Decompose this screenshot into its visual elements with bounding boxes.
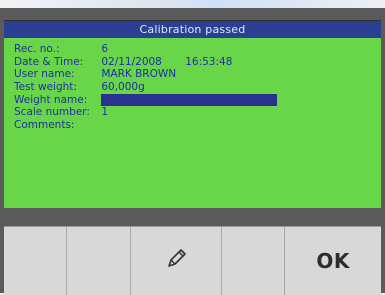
title-bar: Calibration passed xyxy=(4,21,381,38)
scale-number-row: Scale number: 1 xyxy=(14,106,277,119)
weight-name-row: Weight name: xyxy=(14,93,278,107)
display-screen: Calibration passed Rec. no.: 6 Date & Ti… xyxy=(4,20,381,208)
record-number-label: Rec. no.: xyxy=(14,43,60,55)
softkey-4[interactable] xyxy=(220,227,284,295)
date-time-row: Date & Time: 02/11/2008 16:53:48 xyxy=(14,56,277,69)
comments-row: Comments: xyxy=(14,119,277,132)
user-name-label: User name: xyxy=(14,68,75,81)
date-value: 02/11/2008 xyxy=(101,55,162,68)
record-details: Rec. no.: 6 Date & Time: 02/11/2008 16:5… xyxy=(14,43,278,132)
test-weight-value: 60,000g xyxy=(101,81,145,94)
user-name-value: MARK BROWN xyxy=(101,68,177,81)
record-number-row: Rec. no.: 6 xyxy=(14,43,277,56)
softkey-1[interactable] xyxy=(4,227,66,295)
pencil-icon xyxy=(162,245,190,277)
scale-number-value: 1 xyxy=(101,106,109,119)
time-value: 16:53:48 xyxy=(185,55,233,68)
softkey-2[interactable] xyxy=(66,227,129,295)
softkey-bar: OK xyxy=(4,226,381,295)
edit-button[interactable] xyxy=(129,227,221,295)
date-time-label: Date & Time: xyxy=(14,55,84,68)
weight-name-label: Weight name: xyxy=(14,93,88,106)
comments-label: Comments: xyxy=(14,119,75,132)
device-panel: Calibration passed Rec. no.: 6 Date & Ti… xyxy=(0,8,385,295)
test-weight-label: Test weight: xyxy=(14,81,77,94)
ok-button-label: OK xyxy=(316,249,350,273)
weight-name-input[interactable] xyxy=(101,93,278,106)
scale-number-label: Scale number: xyxy=(14,106,90,119)
ok-button[interactable]: OK xyxy=(284,227,381,295)
record-number-value: 6 xyxy=(101,43,109,55)
user-name-row: User name: MARK BROWN xyxy=(14,68,277,81)
test-weight-row: Test weight: 60,000g xyxy=(14,81,277,94)
